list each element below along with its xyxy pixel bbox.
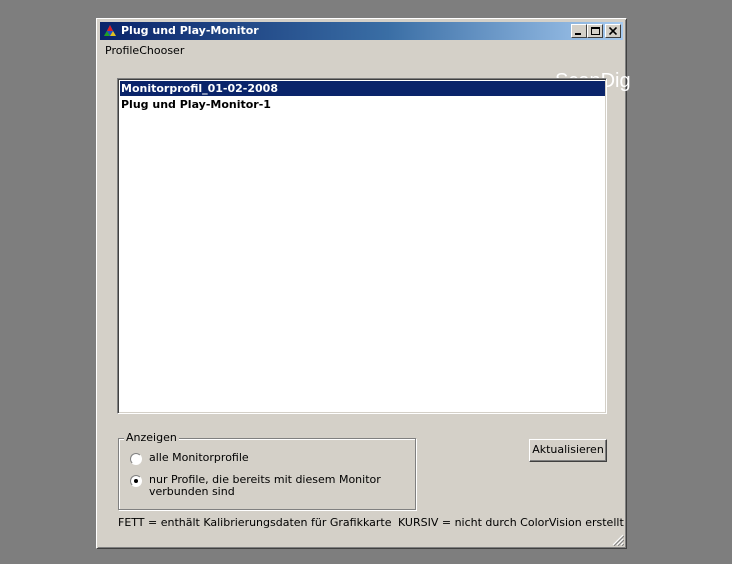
group-label: Anzeigen <box>124 431 179 444</box>
radio-button[interactable] <box>130 453 142 465</box>
close-icon <box>609 27 617 35</box>
maximize-button[interactable] <box>587 24 603 38</box>
profile-list[interactable]: Monitorprofil_01-02-2008 Plug und Play-M… <box>117 78 607 414</box>
menu-profilechooser[interactable]: ProfileChooser <box>105 44 184 57</box>
list-item-label: Plug und Play-Monitor-1 <box>121 98 271 111</box>
minimize-button[interactable] <box>571 24 587 38</box>
menu-bar: ProfileChooser <box>100 41 623 59</box>
radio-all-profiles[interactable]: alle Monitorprofile <box>130 452 409 465</box>
title-bar[interactable]: Plug und Play-Monitor <box>100 22 623 40</box>
radio-connected-profiles[interactable]: nur Profile, die bereits mit diesem Moni… <box>130 474 409 498</box>
maximize-icon <box>591 27 600 35</box>
radio-label: nur Profile, die bereits mit diesem Moni… <box>149 473 381 498</box>
list-item[interactable]: Plug und Play-Monitor-1 <box>120 97 271 112</box>
radio-label: alle Monitorprofile <box>149 451 249 464</box>
legend-bold: FETT = enthält Kalibrierungsdaten für Gr… <box>118 516 392 529</box>
colorvision-app-icon <box>104 25 116 36</box>
refresh-button[interactable]: Aktualisieren <box>529 439 607 462</box>
list-item[interactable]: Monitorprofil_01-02-2008 <box>120 81 605 96</box>
show-group: Anzeigen alle Monitorprofile nur Profile… <box>118 431 416 510</box>
window-title: Plug und Play-Monitor <box>121 24 259 37</box>
minimize-icon <box>575 33 581 35</box>
resize-grip-icon[interactable] <box>612 534 624 546</box>
list-item-label: Monitorprofil_01-02-2008 <box>121 82 278 95</box>
close-button[interactable] <box>605 24 621 38</box>
radio-dot <box>134 479 138 483</box>
radio-button[interactable] <box>130 475 142 487</box>
legend-italic: KURSIV = nicht durch ColorVision erstell… <box>398 516 624 529</box>
